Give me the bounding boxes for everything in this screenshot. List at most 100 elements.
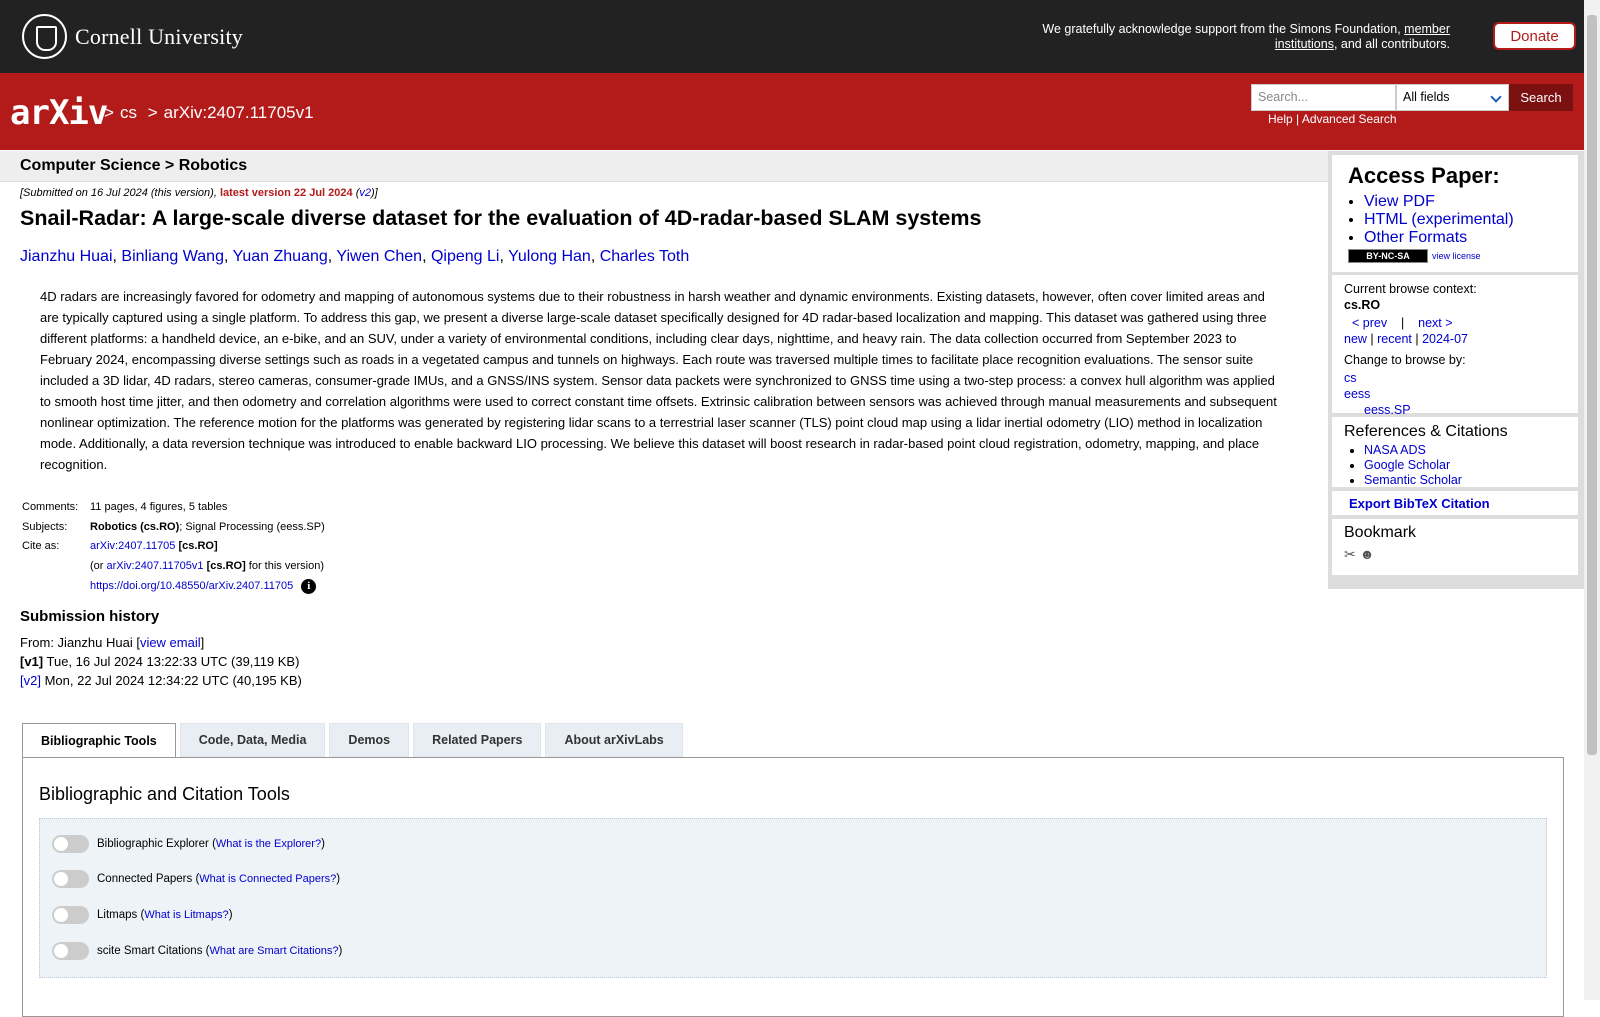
view-pdf-link[interactable]: View PDF (1364, 193, 1435, 210)
cite-value: arXiv:2407.11705 [cs.RO] (90, 540, 218, 552)
toggle-switch[interactable] (52, 870, 89, 888)
paper-title: Snail-Radar: A large-scale diverse datas… (20, 206, 982, 230)
cc-license-icon[interactable]: BY-NC-SA (1348, 249, 1428, 263)
tool-help-link[interactable]: What is Litmaps? (144, 909, 228, 921)
browse-eess-sp-link[interactable]: eess.SP (1364, 403, 1411, 417)
tool-help-link[interactable]: What is the Explorer? (216, 838, 321, 850)
arxiv-logo[interactable]: arXiv (10, 93, 108, 133)
comments-value: 11 pages, 4 figures, 5 tables (90, 501, 228, 513)
cornell-header: Cornell University We gratefully acknowl… (0, 0, 1584, 73)
browse-context: cs.RO (1344, 298, 1381, 312)
info-icon[interactable]: i (301, 579, 317, 594)
recent-link[interactable]: recent (1377, 332, 1412, 346)
cite-v1-link[interactable]: arXiv:2407.11705v1 (107, 560, 204, 572)
sidebar: Access Paper: View PDF HTML (experimenta… (1328, 151, 1584, 589)
author-link[interactable]: Qipeng Li (431, 248, 500, 265)
new-link[interactable]: new (1344, 332, 1367, 346)
advanced-search-link[interactable]: Advanced Search (1302, 112, 1397, 126)
tool-row: scite Smart Citations (What are Smart Ci… (52, 942, 342, 960)
tools-box: Bibliographic Explorer (What is the Expl… (39, 818, 1547, 978)
tab-about-arxivlabs[interactable]: About arXivLabs (545, 723, 683, 757)
subject-header: Computer Science > Robotics (0, 151, 1328, 182)
cite-id-link[interactable]: arXiv:2407.11705 (90, 540, 175, 552)
tool-row: Bibliographic Explorer (What is the Expl… (52, 835, 325, 853)
export-bibtex-link[interactable]: Export BibTeX Citation (1349, 496, 1490, 511)
html-link[interactable]: HTML (experimental) (1364, 211, 1514, 228)
tool-help-link[interactable]: What is Connected Papers? (199, 873, 336, 885)
refs-title: References & Citations (1344, 423, 1508, 440)
month-link[interactable]: 2024-07 (1422, 332, 1468, 346)
prev-link[interactable]: < prev (1352, 316, 1387, 330)
search-input[interactable]: Search... (1251, 84, 1396, 111)
author-list: Jianzhu Huai, Binliang Wang, Yuan Zhuang… (20, 248, 690, 265)
tab-panel: Bibliographic and Citation Tools Bibliog… (22, 757, 1564, 1017)
breadcrumb-paper-id: arXiv:2407.11705v1 (163, 103, 314, 122)
reddit-icon[interactable]: ☻ (1360, 546, 1375, 563)
tool-help-link[interactable]: What are Smart Citations? (209, 945, 338, 957)
google-scholar-link[interactable]: Google Scholar (1364, 458, 1450, 472)
latest-version: latest version 22 Jul 2024 (219, 187, 353, 199)
next-link[interactable]: next > (1418, 316, 1452, 330)
browse-eess-link[interactable]: eess (1344, 387, 1370, 401)
breadcrumb-cs[interactable]: cs (120, 103, 137, 122)
author-link[interactable]: Yuan Zhuang (233, 248, 328, 265)
cite-version: (or arXiv:2407.11705v1 [cs.RO] for this … (90, 559, 324, 572)
search-button[interactable]: Search (1509, 84, 1573, 111)
acknowledgement: We gratefully acknowledge support from t… (1042, 22, 1450, 51)
breadcrumb: > cs > arXiv:2407.11705v1 (104, 103, 314, 122)
browse-context-box: Current browse context: cs.RO < prev | n… (1332, 275, 1578, 417)
history-v1: [v1] Tue, 16 Jul 2024 13:22:33 UTC (39,1… (20, 654, 300, 669)
license: BY-NC-SA view license (1348, 249, 1578, 263)
v2-link[interactable]: v2 (359, 187, 371, 199)
search-field-select[interactable]: All fields (1396, 84, 1509, 111)
semantic-scholar-link[interactable]: Semantic Scholar (1364, 473, 1462, 487)
labs-tabs: Bibliographic Tools Code, Data, Media De… (22, 723, 683, 758)
chevron-down-icon (1490, 91, 1502, 103)
nasa-ads-link[interactable]: NASA ADS (1364, 443, 1426, 457)
author-link[interactable]: Yiwen Chen (336, 248, 422, 265)
help-link[interactable]: Help (1268, 112, 1293, 126)
author-link[interactable]: Yulong Han (508, 248, 591, 265)
donate-button[interactable]: Donate (1493, 22, 1576, 50)
author-link[interactable]: Binliang Wang (121, 248, 224, 265)
submission-dates: [Submitted on 16 Jul 2024 (this version)… (20, 187, 378, 199)
browse-cs-link[interactable]: cs (1344, 371, 1357, 385)
cite-label: Cite as: (22, 540, 60, 552)
tab-related-papers[interactable]: Related Papers (413, 723, 542, 757)
subjects-label: Subjects: (22, 520, 68, 533)
references-box: References & Citations NASA ADS Google S… (1332, 417, 1578, 487)
tab-demos[interactable]: Demos (329, 723, 410, 757)
panel-title: Bibliographic and Citation Tools (39, 784, 290, 804)
v2-history-link[interactable]: [v2] (20, 673, 41, 688)
cornell-name: Cornell University (75, 23, 243, 49)
tab-bibliographic-tools[interactable]: Bibliographic Tools (22, 723, 176, 758)
view-license-link[interactable]: view license (1432, 251, 1481, 261)
tool-row: Connected Papers (What is Connected Pape… (52, 870, 340, 888)
bibsonomy-icon[interactable]: ✂ (1344, 546, 1356, 563)
toggle-switch[interactable] (52, 906, 89, 924)
view-email-link[interactable]: view email (140, 635, 201, 650)
tab-code-data-media[interactable]: Code, Data, Media (179, 723, 326, 757)
toggle-switch[interactable] (52, 942, 89, 960)
bookmark-title: Bookmark (1344, 524, 1417, 541)
author-link[interactable]: Charles Toth (600, 248, 690, 265)
help-links: Help | Advanced Search (1268, 112, 1397, 126)
comments-label: Comments: (22, 501, 79, 513)
access-paper-title: Access Paper: (1348, 163, 1500, 188)
page-scrollbar[interactable] (1584, 0, 1600, 1000)
history-from: From: Jianzhu Huai [view email] (20, 635, 205, 650)
history-v2: [v2] Mon, 22 Jul 2024 12:34:22 UTC (40,1… (20, 673, 302, 688)
cornell-logo[interactable]: Cornell University (22, 14, 243, 59)
other-formats-link[interactable]: Other Formats (1364, 229, 1467, 246)
arxiv-header: arXiv > cs > arXiv:2407.11705v1 Search... … (0, 73, 1584, 150)
doi-link[interactable]: https://doi.org/10.48550/arXiv.2407.1170… (90, 580, 293, 592)
tool-row: Litmaps (What is Litmaps?) (52, 906, 233, 924)
submission-history-title: Submission history (20, 608, 160, 625)
author-link[interactable]: Jianzhu Huai (20, 248, 113, 265)
scrollbar-thumb[interactable] (1587, 15, 1597, 755)
doi-row: https://doi.org/10.48550/arXiv.2407.1170… (88, 578, 327, 598)
abstract: 4D radars are increasingly favored for o… (40, 289, 1277, 472)
toggle-switch[interactable] (52, 835, 89, 853)
subjects-value: Robotics (cs.RO); Signal Processing (ees… (90, 520, 325, 533)
submission-history: From: Jianzhu Huai [view email] [v1] Tue… (20, 633, 302, 690)
